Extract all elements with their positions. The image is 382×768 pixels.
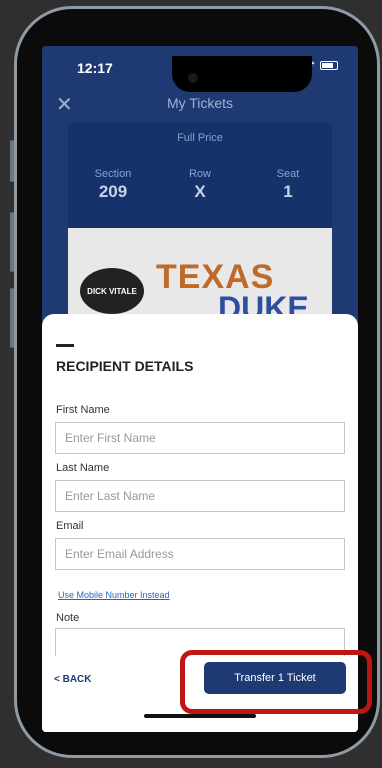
app-screen: 12:17 ✕ My Tickets Full Price Section 20… [42,46,358,732]
home-indicator [144,714,256,718]
first-name-label: First Name [56,404,110,416]
section-info: Section 209 [78,168,148,202]
seat-label: Seat [276,168,300,180]
use-mobile-link[interactable]: Use Mobile Number Instead [58,590,170,600]
section-label: Section [94,168,132,180]
row-value: X [194,182,206,201]
phone-side-button [10,140,14,182]
email-label: Email [56,520,84,532]
first-name-input[interactable] [55,422,345,454]
nav-bar: ✕ My Tickets [42,90,358,116]
event-image: DICK VITALE TEXAS DUKE [68,228,332,328]
recipient-heading: RECIPIENT DETAILS [56,358,194,374]
email-input[interactable] [55,538,345,570]
row-info: Row X [165,168,235,202]
front-camera [188,73,198,83]
note-label: Note [56,612,80,624]
back-button[interactable]: < BACK [54,674,92,685]
seat-info: Seat 1 [253,168,323,202]
close-icon[interactable]: ✕ [56,92,73,117]
phone-volume-down-button [10,288,14,348]
row-label: Row [188,168,211,180]
last-name-input[interactable] [55,480,345,512]
price-type: Full Price [177,132,223,144]
sheet-handle[interactable] [56,344,74,347]
last-name-label: Last Name [56,462,110,474]
seat-value: 1 [283,182,293,201]
dick-vitale-logo: DICK VITALE [80,268,144,314]
phone-volume-up-button [10,212,14,272]
transfer-button-highlight [180,650,372,714]
section-value: 209 [98,182,128,201]
status-time: 12:17 [77,60,113,76]
page-title: My Tickets [166,95,234,111]
battery-icon [320,60,338,70]
ticket-card: Full Price Section 209 Row X Seat 1 [68,122,332,228]
